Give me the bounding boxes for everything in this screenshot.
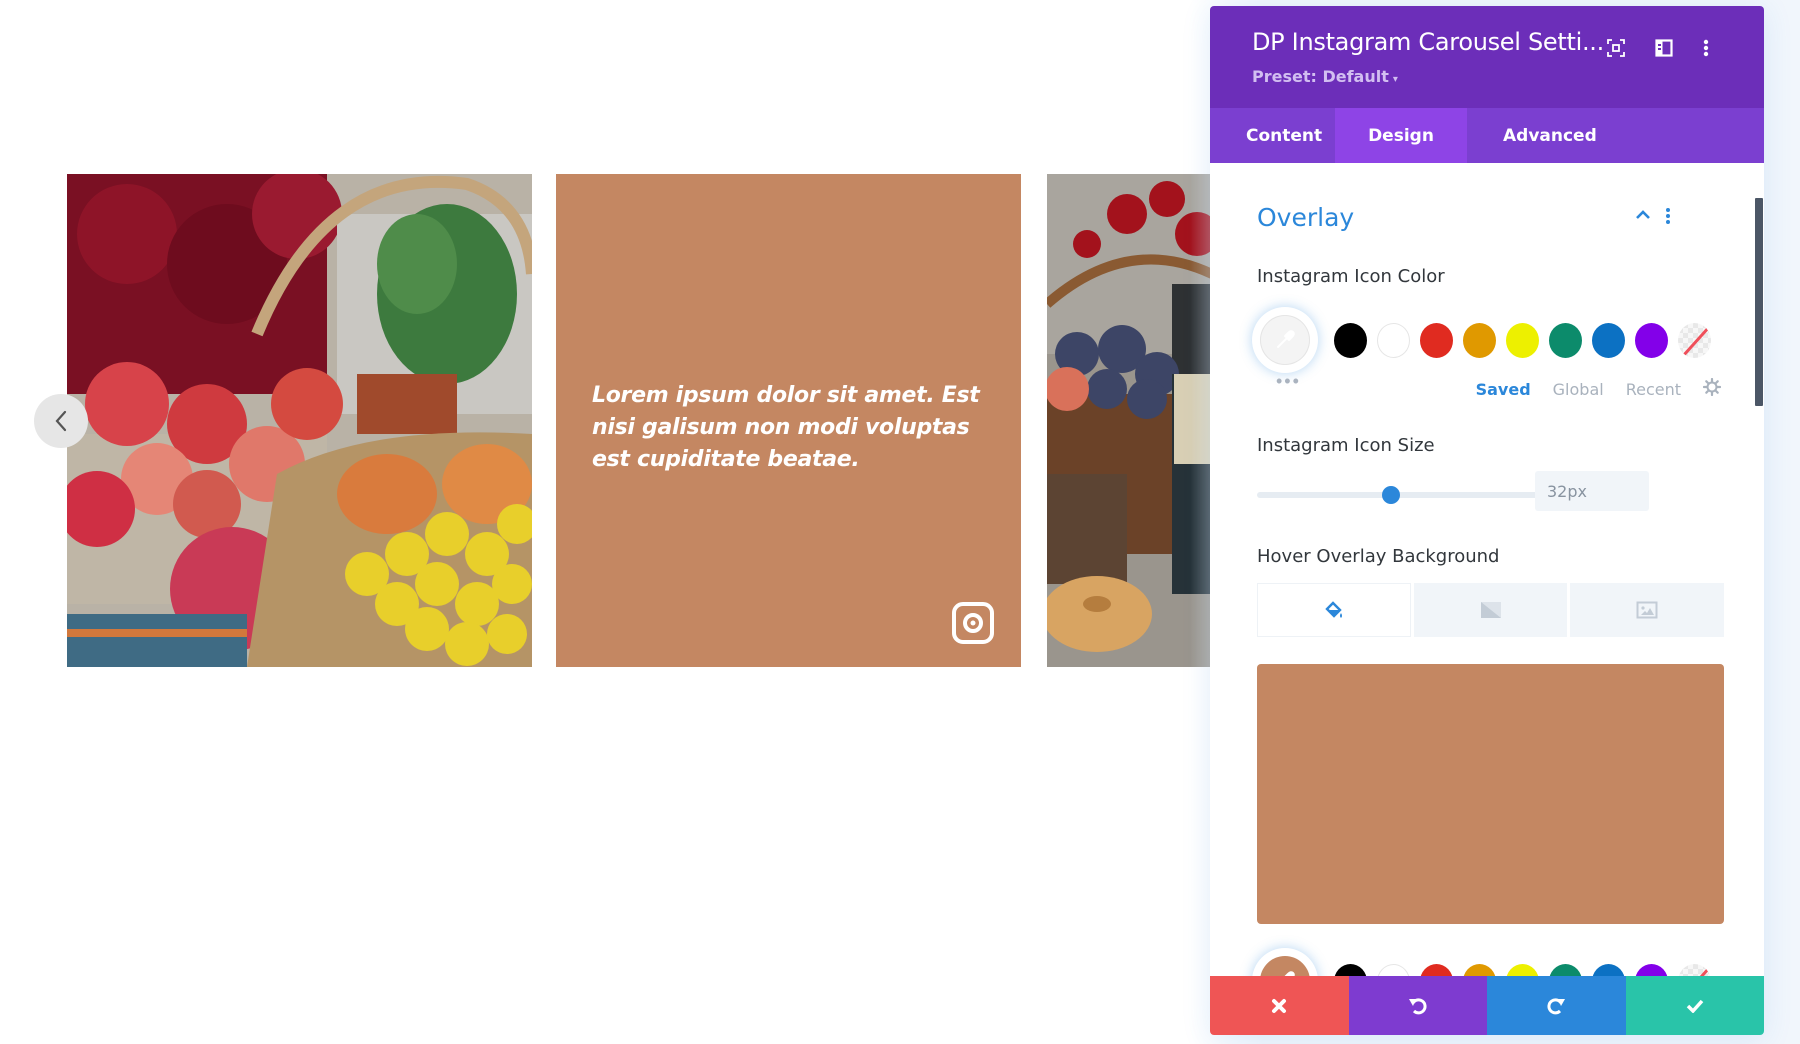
palette-tab-saved[interactable]: Saved: [1476, 380, 1531, 399]
panel-scrollbar[interactable]: [1755, 198, 1763, 406]
color-swatch[interactable]: [1463, 964, 1496, 976]
bg-type-color-tab[interactable]: [1257, 583, 1411, 637]
split-view-icon: [1655, 39, 1673, 57]
color-swatch[interactable]: [1463, 323, 1496, 358]
gear-icon: [1702, 377, 1722, 397]
panel-tabs: Content Design Advanced: [1210, 108, 1764, 163]
icon-color-swatches: [1334, 323, 1711, 358]
checkmark-icon: [1686, 999, 1704, 1013]
bg-type-gradient-tab[interactable]: [1413, 583, 1568, 637]
color-swatch[interactable]: [1549, 323, 1582, 358]
swatch-transparent[interactable]: [1678, 964, 1711, 976]
redo-icon: [1547, 997, 1566, 1014]
more-colors-button[interactable]: •••: [1276, 371, 1301, 392]
color-swatch[interactable]: [1506, 964, 1539, 976]
background-type-tabs: [1257, 583, 1725, 637]
current-color: [1260, 956, 1310, 976]
color-swatch[interactable]: [1334, 323, 1367, 358]
split-view-button[interactable]: [1652, 36, 1676, 60]
eyedropper-icon: [1277, 330, 1295, 348]
hover-bg-color-picker[interactable]: [1252, 948, 1318, 976]
preset-label: Preset: Default: [1252, 67, 1389, 86]
icon-color-picker[interactable]: [1252, 307, 1318, 373]
instagram-icon[interactable]: [951, 601, 995, 645]
collapse-section-button[interactable]: [1635, 207, 1651, 225]
chevron-left-icon: [55, 410, 67, 432]
slider-handle[interactable]: [1382, 486, 1401, 504]
hover-bg-color-preview[interactable]: [1257, 664, 1724, 924]
redo-button[interactable]: [1487, 976, 1626, 1035]
section-title-overlay[interactable]: Overlay: [1257, 203, 1354, 232]
undo-icon: [1408, 997, 1427, 1014]
color-swatch[interactable]: [1420, 323, 1453, 358]
page: Lorem ipsum dolor sit amet. Est nisi gal…: [0, 0, 1800, 1044]
carousel-slide[interactable]: [67, 174, 532, 667]
section-options-button[interactable]: [1665, 207, 1671, 230]
more-options-icon: [1703, 39, 1709, 57]
icon-size-slider[interactable]: [1257, 486, 1555, 504]
close-icon: [1272, 998, 1287, 1013]
icon-color-label: Instagram Icon Color: [1257, 266, 1445, 287]
undo-button[interactable]: [1348, 976, 1487, 1035]
paint-bucket-icon: [1325, 601, 1342, 618]
carousel-slide-hovered[interactable]: Lorem ipsum dolor sit amet. Est nisi gal…: [556, 174, 1021, 667]
preset-dropdown[interactable]: Preset: Default ▾: [1252, 67, 1398, 86]
fullscreen-button[interactable]: [1604, 36, 1628, 60]
hover-bg-swatches: [1334, 964, 1711, 976]
image-icon: [1636, 601, 1658, 619]
color-swatch[interactable]: [1635, 964, 1668, 976]
panel-header: DP Instagram Carousel Setti... Preset: D…: [1210, 6, 1764, 108]
more-options-icon: [1666, 208, 1670, 224]
palette-settings-button[interactable]: [1702, 377, 1722, 400]
icon-size-label: Instagram Icon Size: [1257, 435, 1435, 456]
bg-type-image-tab[interactable]: [1570, 583, 1725, 637]
fullscreen-icon: [1607, 39, 1625, 57]
panel-body: Overlay Instagram Icon Color ••• Saved G…: [1210, 163, 1764, 976]
palette-tab-recent[interactable]: Recent: [1626, 380, 1681, 399]
save-button[interactable]: [1625, 976, 1764, 1035]
color-swatch[interactable]: [1377, 323, 1410, 358]
overlay-caption: Lorem ipsum dolor sit amet. Est nisi gal…: [592, 383, 980, 472]
more-options-button[interactable]: [1694, 36, 1718, 60]
panel-title: DP Instagram Carousel Setti...: [1252, 28, 1604, 56]
color-swatch[interactable]: [1334, 964, 1367, 976]
swatch-transparent[interactable]: [1678, 323, 1711, 358]
panel-footer: [1210, 976, 1764, 1035]
color-swatch[interactable]: [1506, 323, 1539, 358]
gradient-icon: [1480, 602, 1501, 618]
color-swatch[interactable]: [1592, 964, 1625, 976]
hover-bg-label: Hover Overlay Background: [1257, 546, 1500, 567]
palette-tabs: Saved Global Recent: [1476, 377, 1722, 400]
color-swatch[interactable]: [1420, 964, 1453, 976]
chevron-up-icon: [1636, 210, 1650, 219]
slide-photo: [67, 174, 532, 667]
icon-size-input[interactable]: [1535, 471, 1649, 511]
color-swatch[interactable]: [1635, 323, 1668, 358]
carousel-prev-button[interactable]: [34, 394, 88, 448]
color-swatch[interactable]: [1592, 323, 1625, 358]
tab-design[interactable]: Design: [1335, 108, 1467, 163]
caret-down-icon: ▾: [1392, 74, 1398, 85]
color-swatch[interactable]: [1549, 964, 1582, 976]
discard-button[interactable]: [1210, 976, 1349, 1035]
palette-tab-global[interactable]: Global: [1553, 380, 1604, 399]
tab-advanced[interactable]: Advanced: [1467, 108, 1633, 163]
settings-panel: DP Instagram Carousel Setti... Preset: D…: [1210, 6, 1764, 1035]
color-swatch[interactable]: [1377, 964, 1410, 976]
tab-content[interactable]: Content: [1210, 108, 1335, 163]
current-color: [1260, 315, 1310, 365]
